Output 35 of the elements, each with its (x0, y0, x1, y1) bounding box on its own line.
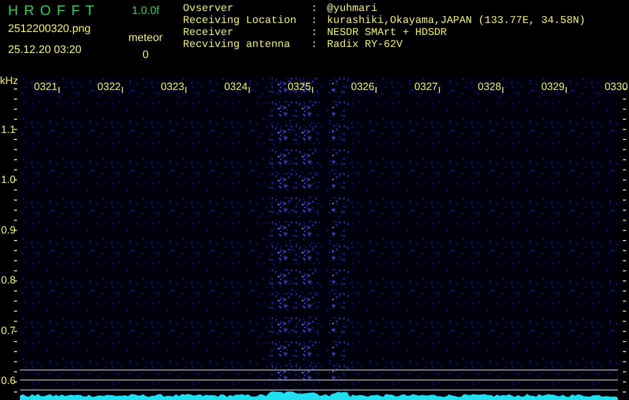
version-label: 1.0.0f (132, 4, 160, 19)
info-label: Receiver (183, 27, 234, 39)
info-label: Recviving antenna (183, 39, 292, 51)
info-value: kurashiki,Okayama,JAPAN (133.77E, 34.58N) (327, 15, 586, 27)
frequency-label: 0.8 (1, 274, 16, 287)
meteor-count: 0 (142, 48, 149, 62)
frequency-label: 1.0 (1, 174, 16, 186)
time-label: 0328 (478, 81, 502, 93)
time-label: 0330 (604, 81, 628, 93)
info-value: NESDR SMArt + HDSDR (327, 27, 447, 39)
time-label: 0329 (541, 81, 565, 93)
frequency-label: 0.7 (1, 324, 16, 337)
time-label: 0321 (34, 81, 58, 93)
separator: : (311, 15, 318, 27)
time-label: 0322 (97, 81, 121, 93)
unit-label: kHz (0, 75, 18, 87)
time-label: 0324 (224, 81, 248, 93)
frequency-label: 0.6 (1, 375, 16, 387)
separator: : (311, 27, 318, 39)
date-time: 25.12.20 03:20 (8, 44, 82, 57)
frequency-label: 1.1 (1, 124, 16, 136)
time-label: 0326 (351, 81, 374, 93)
time-label: 0323 (160, 81, 184, 93)
frequency-label: 0.9 (1, 224, 16, 236)
time-label: 0325 (288, 81, 311, 93)
separator: : (311, 39, 318, 51)
file-name: 2512200320.png (8, 23, 92, 36)
info-value: Radix RY-62V (327, 39, 403, 51)
info-label: Receiving Location (183, 15, 298, 27)
meteor-label: meteor (128, 32, 163, 44)
time-label: 0327 (414, 81, 438, 93)
info-label: Ovserver (183, 3, 234, 15)
info-value: @yuhmari (327, 3, 378, 15)
app-title: H R O F F T (8, 2, 95, 19)
separator: : (311, 3, 318, 15)
